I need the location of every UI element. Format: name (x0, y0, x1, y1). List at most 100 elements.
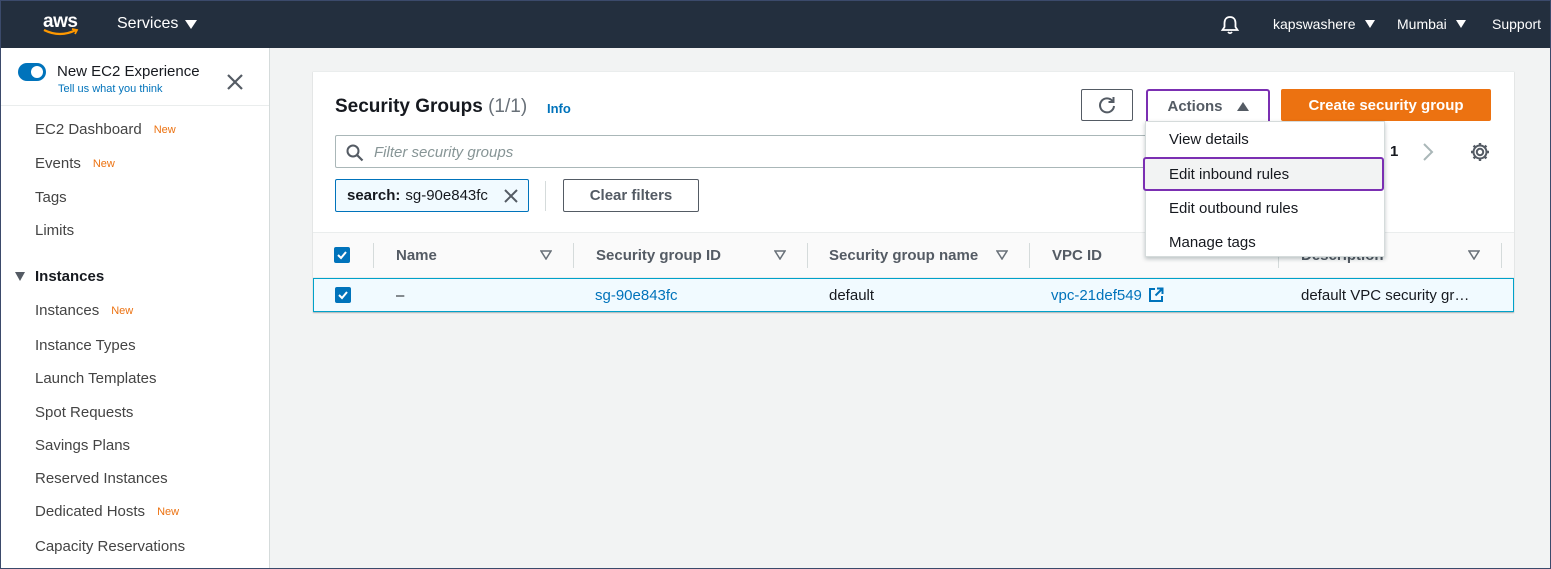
column-divider (1029, 243, 1030, 268)
search-input[interactable] (374, 142, 1134, 162)
new-experience-toggle[interactable] (18, 63, 46, 81)
column-header-security-group-name[interactable]: Security group name (829, 233, 978, 277)
sidebar-item-tags[interactable]: Tags (35, 189, 67, 206)
gear-icon[interactable] (1469, 141, 1491, 163)
support-menu[interactable]: Support (1492, 16, 1550, 32)
sidebar-item-label: Launch Templates (35, 370, 157, 387)
menu-item-edit-outbound-rules[interactable]: Edit outbound rules (1146, 191, 1384, 225)
sidebar-item-label: Instance Types (35, 337, 136, 354)
create-security-group-button[interactable]: Create security group (1281, 89, 1491, 121)
sidebar-item-label: Instances (35, 302, 100, 319)
sidebar-item-reserved-instances[interactable]: Reserved Instances (35, 470, 168, 487)
actions-label: Actions (1167, 98, 1223, 115)
sidebar-item-events[interactable]: Events New (35, 155, 115, 172)
sidebar-item-label: Limits (35, 222, 75, 239)
sidebar-item-label: Reserved Instances (35, 470, 168, 487)
sort-icon[interactable] (996, 250, 1008, 260)
sort-icon[interactable] (1468, 250, 1480, 260)
info-link[interactable]: Info (547, 101, 571, 116)
services-menu[interactable]: Services (117, 15, 198, 33)
remove-filter-icon[interactable] (503, 188, 519, 204)
cell-vpc-id-link[interactable]: vpc-21def549 (1051, 279, 1164, 311)
refresh-icon (1099, 97, 1115, 114)
caret-up-icon (1236, 102, 1249, 111)
bell-icon[interactable] (1219, 14, 1241, 36)
sidebar-item-label: Spot Requests (35, 404, 134, 421)
sidebar-section-instances[interactable]: Instances (15, 268, 104, 285)
external-link-icon (1148, 287, 1164, 302)
check-icon (338, 291, 348, 300)
column-header-security-group-id[interactable]: Security group ID (596, 233, 721, 277)
sidebar-item-limits[interactable]: Limits (35, 222, 74, 239)
filter-divider (545, 181, 546, 211)
feedback-link[interactable]: Tell us what you think (58, 83, 163, 95)
menu-item-manage-tags[interactable]: Manage tags (1146, 225, 1384, 259)
aws-smile-icon (43, 28, 79, 36)
page-title: Security Groups (1/1) (335, 96, 527, 118)
clear-filters-button[interactable]: Clear filters (563, 179, 699, 212)
column-divider (807, 243, 808, 268)
caret-down-icon (1364, 20, 1375, 28)
check-icon (337, 251, 347, 260)
column-header-name[interactable]: Name (396, 233, 437, 277)
sidebar-item-label: Capacity Reservations (35, 538, 186, 555)
menu-item-edit-inbound-rules[interactable]: Edit inbound rules (1143, 157, 1384, 191)
sidebar-item-launch-templates[interactable]: Launch Templates (35, 370, 156, 387)
table-row[interactable]: – sg-90e843fc default vpc-21def549 defau… (313, 278, 1514, 312)
select-all-checkbox[interactable] (334, 247, 350, 263)
new-experience-title: New EC2 Experience (57, 63, 200, 80)
new-badge: New (111, 304, 134, 317)
refresh-button[interactable] (1081, 89, 1133, 121)
chevron-right-icon[interactable] (1421, 142, 1435, 162)
sidebar-item-label: EC2 Dashboard (35, 121, 142, 138)
account-menu[interactable]: kapswashere (1273, 16, 1375, 32)
column-divider (373, 243, 374, 268)
sidebar-section-label: Instances (35, 268, 105, 285)
sidebar-item-instance-types[interactable]: Instance Types (35, 337, 136, 354)
sidebar-item-capacity-reservations[interactable]: Capacity Reservations (35, 538, 185, 555)
row-checkbox[interactable] (335, 287, 351, 303)
selection-count: (1/1) (488, 96, 528, 117)
token-value: sg-90e843fc (405, 187, 488, 204)
sidebar-item-dedicated-hosts[interactable]: Dedicated Hosts New (35, 503, 179, 520)
cell-security-group-id-link[interactable]: sg-90e843fc (595, 279, 678, 311)
caret-down-icon (1455, 20, 1466, 28)
column-header-vpc-id[interactable]: VPC ID (1052, 233, 1102, 277)
menu-item-view-details[interactable]: View details (1146, 122, 1384, 156)
region-label: Mumbai (1397, 16, 1447, 32)
cell-security-group-name: default (829, 286, 875, 304)
sort-icon[interactable] (774, 250, 786, 260)
column-divider (1501, 243, 1502, 268)
close-icon[interactable] (226, 73, 244, 91)
search-icon (346, 144, 364, 162)
cell-name: – (396, 286, 405, 304)
vpc-id-text: vpc-21def549 (1051, 286, 1142, 304)
filter-token: search: sg-90e843fc (335, 179, 529, 212)
sidebar-item-label: Tags (35, 189, 67, 206)
column-divider (573, 243, 574, 268)
filter-search-box (335, 135, 1155, 168)
actions-button[interactable]: Actions (1146, 89, 1270, 124)
page-number[interactable]: 1 (1390, 143, 1398, 160)
sidebar-item-label: Savings Plans (35, 437, 131, 454)
new-badge: New (157, 505, 180, 518)
new-experience-banner: New EC2 Experience Tell us what you thin… (1, 48, 269, 106)
services-label: Services (117, 15, 179, 32)
panel-title-text: Security Groups (335, 96, 483, 117)
sidebar-item-instances[interactable]: Instances New (35, 302, 133, 319)
new-badge: New (92, 157, 115, 170)
support-label: Support (1492, 16, 1542, 32)
actions-dropdown-menu: View details Edit inbound rules Edit out… (1143, 121, 1385, 259)
caret-down-icon (15, 272, 25, 281)
sidebar-item-ec2-dashboard[interactable]: EC2 Dashboard New (35, 121, 176, 138)
browser-frame: aws Services kapswashere Mumbai Support (0, 0, 1551, 569)
aws-logo[interactable]: aws (41, 10, 83, 38)
sidebar-item-spot-requests[interactable]: Spot Requests (35, 404, 133, 421)
sidebar: New EC2 Experience Tell us what you thin… (1, 48, 270, 568)
token-key: search: (347, 187, 401, 204)
region-menu[interactable]: Mumbai (1397, 16, 1466, 32)
sort-icon[interactable] (540, 250, 552, 260)
sidebar-item-savings-plans[interactable]: Savings Plans (35, 437, 130, 454)
sidebar-item-label: Events (35, 155, 81, 172)
cell-description: default VPC security gr… (1301, 286, 1470, 304)
